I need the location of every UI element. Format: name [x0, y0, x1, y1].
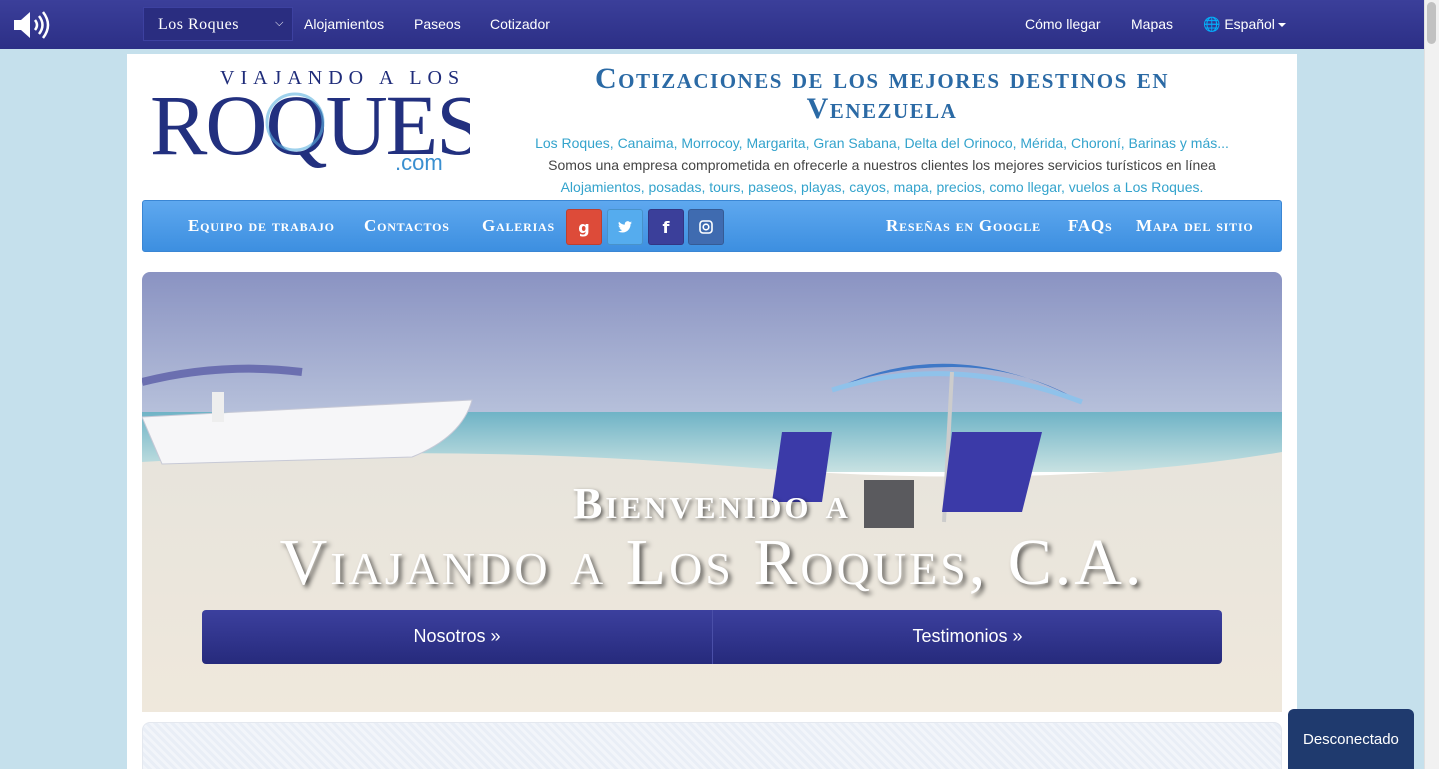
destination-select[interactable]: Los Roques ⌵	[143, 7, 293, 41]
facebook-icon[interactable]: f	[648, 209, 684, 245]
nav-galerias[interactable]: Galerias	[482, 216, 555, 236]
page-headline: Cotizaciones de los mejores destinos en …	[595, 62, 1169, 125]
testimonios-button[interactable]: Testimonios »	[712, 610, 1222, 664]
caret-down-icon	[1277, 23, 1286, 28]
destinations-links[interactable]: Los Roques, Canaima, Morrocoy, Margarita…	[507, 135, 1257, 151]
google-plus-icon[interactable]: g	[566, 209, 602, 245]
speaker-icon[interactable]	[12, 10, 52, 40]
language-dropdown[interactable]: 🌐 Español	[1203, 16, 1286, 33]
nav-cotizador[interactable]: Cotizador	[490, 16, 550, 32]
nav-alojamientos[interactable]: Alojamientos	[304, 16, 384, 32]
nav-mapas[interactable]: Mapas	[1131, 16, 1173, 32]
company-tagline: Somos una empresa comprometida en ofrece…	[548, 157, 1216, 173]
language-label: Español	[1224, 16, 1275, 32]
scrollbar[interactable]	[1424, 0, 1439, 769]
nav-equipo[interactable]: Equipo de trabajo	[188, 216, 335, 236]
nav-como-llegar[interactable]: Cómo llegar	[1025, 16, 1100, 32]
services-links[interactable]: Alojamientos, posadas, tours, paseos, pl…	[507, 179, 1257, 195]
hero-banner: Bienvenido a Viajando a Los Roques, C.A.…	[142, 272, 1282, 712]
hero-welcome: Bienvenido a	[573, 479, 851, 528]
chevron-down-icon: ⌵	[275, 17, 284, 29]
destination-value: Los Roques	[158, 16, 239, 33]
chat-status-button[interactable]: Desconectado	[1288, 709, 1414, 769]
site-logo[interactable]: VIAJANDO A LOS ROQUES .com	[150, 62, 470, 172]
nav-resenas-google[interactable]: Reseñas en Google	[886, 216, 1041, 236]
instagram-icon[interactable]	[688, 209, 724, 245]
page-container: VIAJANDO A LOS ROQUES .com Cotizaciones …	[127, 54, 1297, 769]
scrollbar-thumb[interactable]	[1427, 2, 1436, 44]
nav-paseos[interactable]: Paseos	[414, 16, 461, 32]
twitter-icon[interactable]	[607, 209, 643, 245]
nav-contactos[interactable]: Contactos	[364, 216, 450, 236]
secondary-navbar: Equipo de trabajo Contactos Galerias g f…	[142, 200, 1282, 252]
content-panel	[142, 722, 1282, 769]
globe-icon: 🌐	[1203, 16, 1221, 32]
hero-title: Viajando a Los Roques, C.A.	[279, 526, 1145, 599]
nosotros-button[interactable]: Nosotros »	[202, 610, 712, 664]
top-navbar: Los Roques ⌵ Alojamientos Paseos Cotizad…	[0, 0, 1424, 49]
nav-faqs[interactable]: FAQs	[1068, 216, 1113, 236]
logo-tld-text: .com	[395, 150, 443, 172]
nav-mapa-sitio[interactable]: Mapa del sitio	[1136, 216, 1254, 236]
